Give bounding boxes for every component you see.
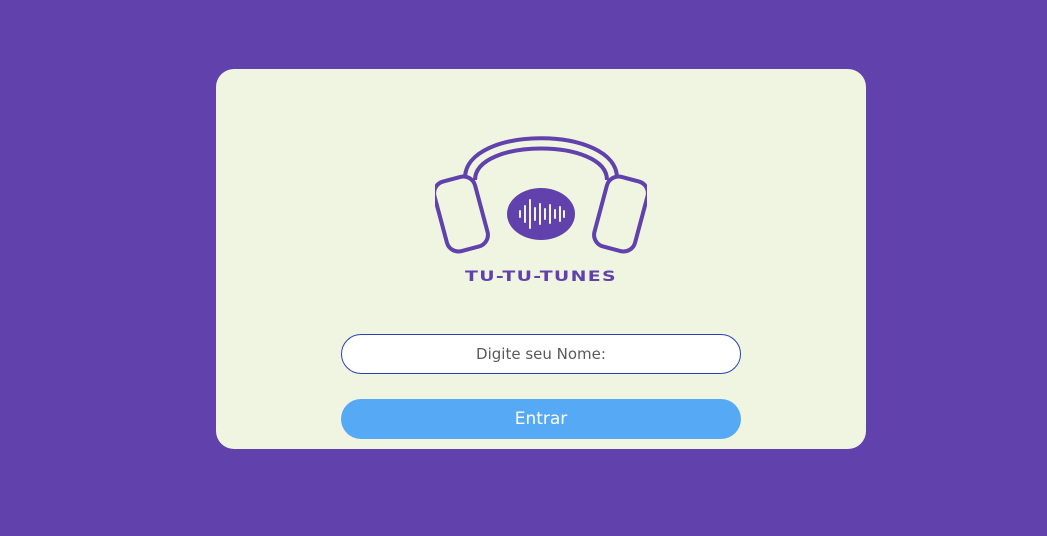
brand-name: TU-TU-TUNES	[464, 269, 618, 285]
login-card: TU-TU-TUNES Entrar	[216, 69, 866, 449]
enter-button[interactable]: Entrar	[341, 399, 741, 439]
headphones-logo-icon	[435, 100, 647, 290]
name-input[interactable]	[341, 334, 741, 374]
